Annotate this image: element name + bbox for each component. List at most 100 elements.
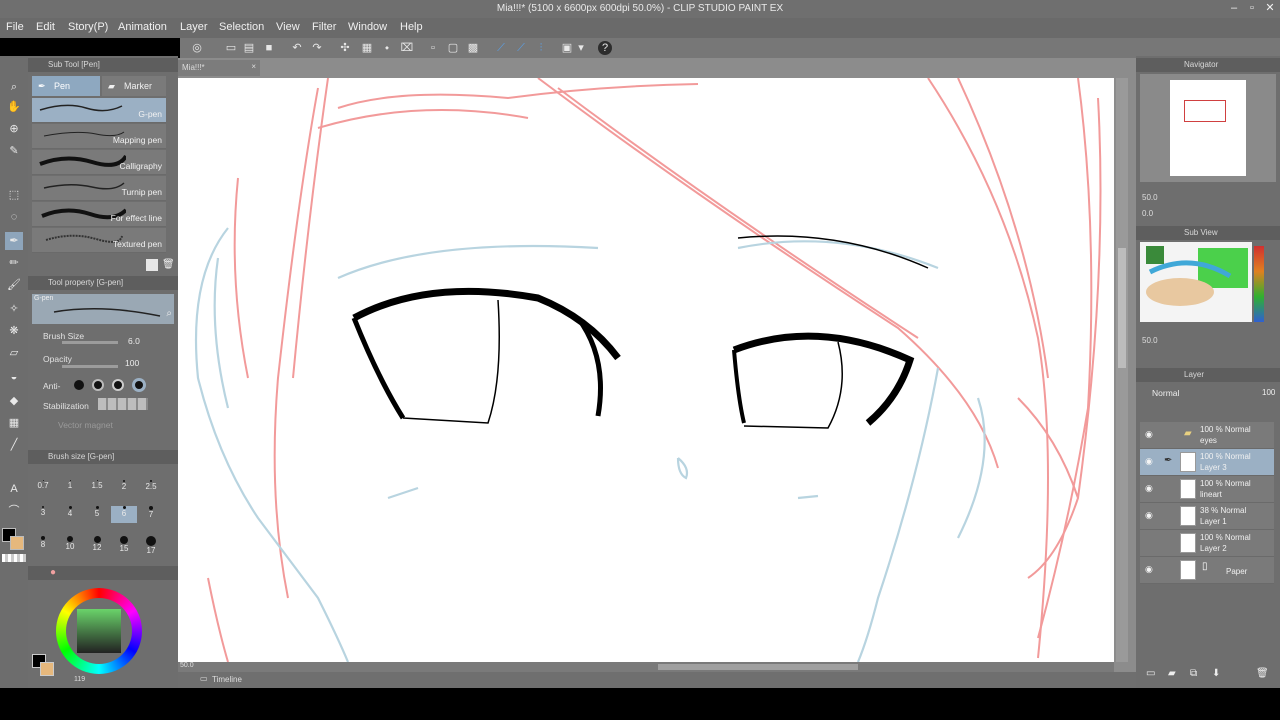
brush-textured-pen[interactable]: Textured pen: [32, 228, 166, 253]
drawing-canvas[interactable]: [178, 78, 1114, 662]
undo-icon[interactable]: ↶: [290, 41, 304, 55]
size-cell[interactable]: 2.5: [138, 480, 164, 497]
layer-row-layer-2[interactable]: 100 % Normal Layer 2: [1140, 530, 1274, 557]
copy-layer-icon[interactable]: ⧉: [1190, 668, 1197, 679]
size-cell-selected[interactable]: 6: [111, 506, 137, 523]
layer-opacity-value[interactable]: 100: [1262, 388, 1275, 397]
sub-color-indicator[interactable]: [40, 662, 54, 676]
menu-filter[interactable]: Filter: [312, 21, 336, 33]
eye-icon[interactable]: ◉: [1145, 483, 1153, 494]
new-layer-icon[interactable]: ▭: [1146, 668, 1155, 679]
close-icon[interactable]: ✕: [1262, 1, 1278, 15]
text-tool-icon[interactable]: A: [5, 480, 23, 498]
snap-ruler-icon[interactable]: ⟋: [494, 41, 508, 55]
menu-layer[interactable]: Layer: [180, 21, 208, 33]
size-cell[interactable]: 1: [57, 480, 83, 497]
minimize-icon[interactable]: –: [1226, 1, 1242, 15]
pencil-tool-icon[interactable]: ✏: [5, 254, 23, 272]
decoration-tool-icon[interactable]: ❋: [5, 322, 23, 340]
airbrush-tool-icon[interactable]: ✧: [5, 300, 23, 318]
document-tab[interactable]: Mia!!!* ×: [178, 60, 260, 76]
snap-grid-icon[interactable]: ⫶: [534, 41, 548, 55]
menu-help[interactable]: Help: [400, 21, 423, 33]
save-icon[interactable]: ■: [262, 41, 276, 55]
size-cell[interactable]: 4: [57, 506, 83, 523]
transparent-color-swatch[interactable]: [2, 554, 26, 562]
size-cell[interactable]: 3: [30, 506, 56, 523]
menu-window[interactable]: Window: [348, 21, 387, 33]
navigator-preview[interactable]: [1140, 74, 1276, 182]
size-cell[interactable]: 0.7: [30, 480, 56, 497]
brush-g-pen[interactable]: G-pen: [32, 98, 166, 123]
size-cell[interactable]: 12: [84, 536, 110, 553]
new-file-icon[interactable]: ▭: [224, 41, 238, 55]
size-cell[interactable]: 1.5: [84, 480, 110, 497]
subview-color-swatches[interactable]: [1254, 246, 1264, 322]
brush-size-slider[interactable]: [62, 341, 118, 344]
antialias-options[interactable]: [74, 378, 154, 392]
help-icon[interactable]: ?: [598, 41, 612, 55]
deselect-icon[interactable]: ⌧: [400, 41, 414, 55]
menu-animation[interactable]: Animation: [118, 21, 167, 33]
brush-tool-icon[interactable]: 🖌: [5, 276, 23, 294]
expand-selection-icon[interactable]: ▩: [466, 41, 480, 55]
brush-mapping-pen[interactable]: Mapping pen: [32, 124, 166, 149]
new-folder-icon[interactable]: ▰: [1168, 668, 1176, 679]
scroll-thumb[interactable]: [1118, 248, 1126, 368]
eyedropper-icon[interactable]: ✎: [5, 142, 23, 160]
layer-row-paper[interactable]: ◉ ▯ Paper: [1140, 557, 1274, 584]
brush-calligraphy[interactable]: Calligraphy: [32, 150, 166, 175]
add-subtool-icon[interactable]: [146, 259, 158, 271]
gradient-tool-icon[interactable]: ▦: [5, 414, 23, 432]
fill-tool-icon[interactable]: ◆: [5, 392, 23, 410]
timeline-bar[interactable]: ▭ Timeline: [178, 672, 1136, 688]
size-cell[interactable]: 2: [111, 480, 137, 497]
settings-icon[interactable]: ▣: [560, 41, 574, 55]
menu-file[interactable]: File: [6, 21, 24, 33]
menu-story[interactable]: Story(P): [68, 21, 108, 33]
brush-effect-line[interactable]: For effect line: [32, 202, 166, 227]
brush-size-value[interactable]: 6.0: [128, 336, 140, 346]
brush-turnip-pen[interactable]: Turnip pen: [32, 176, 166, 201]
horizontal-scroll-thumb[interactable]: [658, 664, 858, 670]
merge-layer-icon[interactable]: ⬇: [1212, 668, 1220, 679]
open-file-icon[interactable]: ▤: [242, 41, 256, 55]
blend-mode-select[interactable]: Normal: [1152, 388, 1179, 398]
navigator-viewport-frame[interactable]: [1184, 100, 1226, 122]
menu-edit[interactable]: Edit: [36, 21, 55, 33]
layer-row-layer-3[interactable]: ◉ ✒ 100 % Normal Layer 3: [1140, 449, 1274, 476]
figure-tool-icon[interactable]: ╱: [5, 436, 23, 454]
blend-tool-icon[interactable]: ◒: [5, 368, 23, 386]
menu-selection[interactable]: Selection: [219, 21, 264, 33]
magnifier-icon[interactable]: ⊕: [5, 120, 23, 138]
selection-tool-icon[interactable]: ⬚: [5, 186, 23, 204]
redo-icon[interactable]: ↷: [310, 41, 324, 55]
maximize-icon[interactable]: ▫: [1244, 1, 1260, 15]
canvas-zoom-value[interactable]: 50.0: [180, 662, 194, 669]
size-cell[interactable]: 15: [111, 536, 137, 553]
layer-row-lineart[interactable]: ◉ 100 % Normal lineart: [1140, 476, 1274, 503]
subview-zoom-value[interactable]: 50.0: [1142, 336, 1158, 345]
clip-studio-icon[interactable]: ◎: [190, 41, 204, 55]
size-cell[interactable]: 17: [138, 536, 164, 555]
tab-marker[interactable]: ▰ Marker: [102, 76, 166, 96]
magnifier-icon[interactable]: ⌕: [166, 308, 172, 319]
size-cell[interactable]: 5: [84, 506, 110, 523]
chevron-down-icon[interactable]: ▾: [574, 41, 588, 55]
clear-icon[interactable]: ✣: [338, 41, 352, 55]
pen-tool-icon[interactable]: ✒: [5, 232, 23, 250]
navigator-rotate-value[interactable]: 0.0: [1142, 209, 1153, 218]
eye-icon[interactable]: ◉: [1145, 510, 1153, 521]
size-cell[interactable]: 7: [138, 506, 164, 523]
layer-row-layer-1[interactable]: ◉ 38 % Normal Layer 1: [1140, 503, 1274, 530]
trash-icon[interactable]: 🗑: [1256, 668, 1269, 679]
menu-view[interactable]: View: [276, 21, 300, 33]
lasso-tool-icon[interactable]: ◌: [5, 208, 23, 226]
vertical-scrollbar[interactable]: [1116, 78, 1128, 662]
invert-selection-icon[interactable]: ▢: [446, 41, 460, 55]
size-cell[interactable]: 10: [57, 536, 83, 553]
eye-icon[interactable]: ◉: [1145, 429, 1153, 440]
eye-icon[interactable]: ◉: [1145, 564, 1153, 575]
color-square[interactable]: [77, 609, 121, 653]
tab-pen[interactable]: ✒ Pen: [32, 76, 100, 96]
